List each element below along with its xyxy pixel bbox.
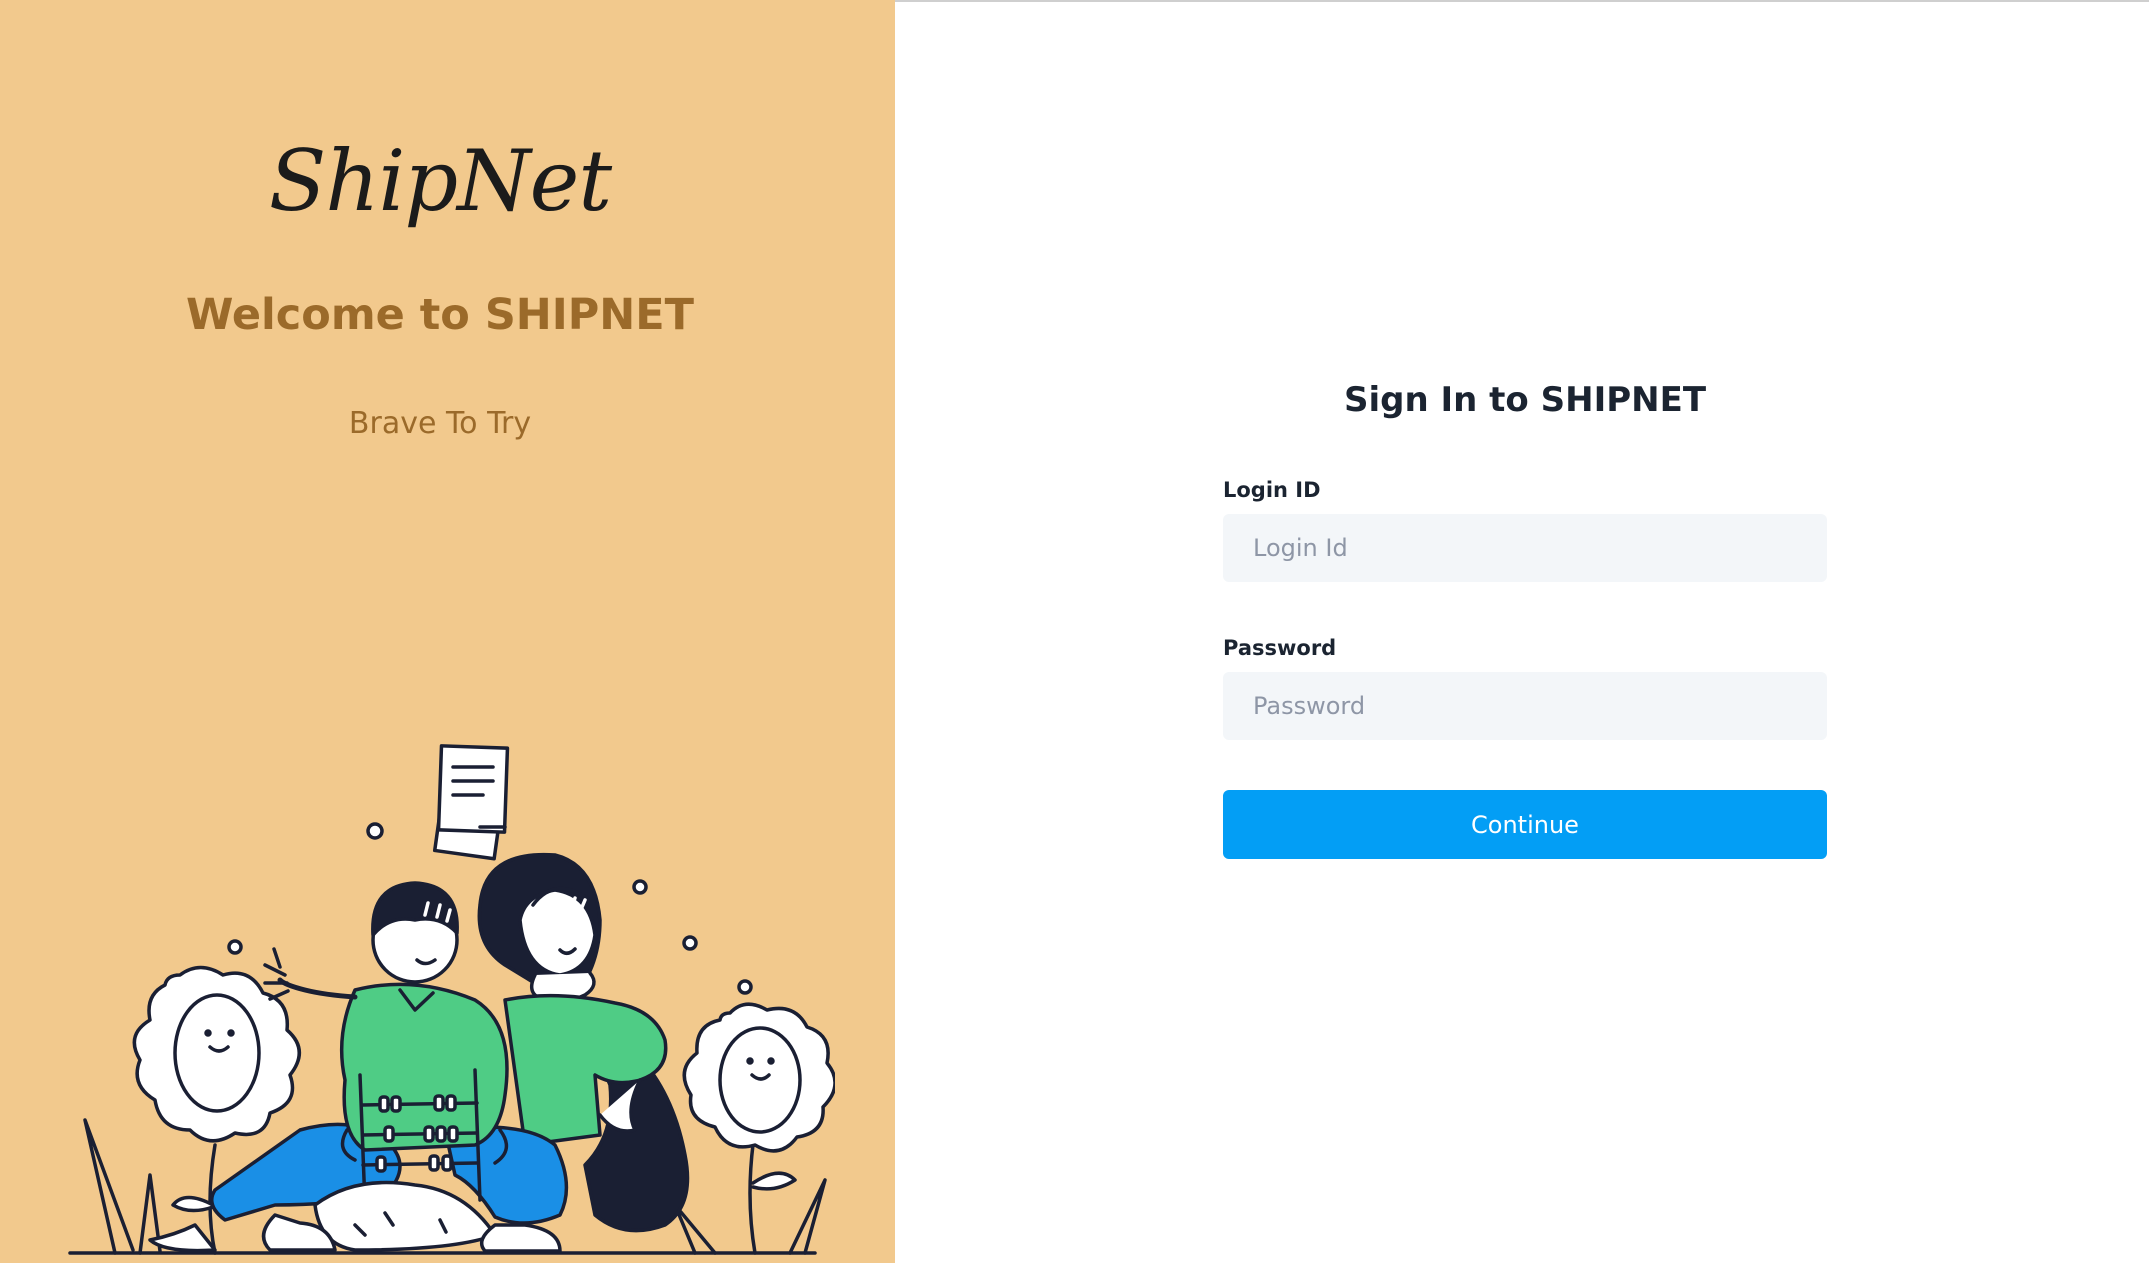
continue-button[interactable]: Continue [1223, 790, 1827, 859]
password-label: Password [1223, 636, 1337, 660]
tagline: Brave To Try [348, 406, 532, 441]
form-title: Sign In to SHIPNET [1343, 380, 1707, 420]
brand-panel: ShipNet Welcome to SHIPNET Brave To Try [0, 0, 895, 1263]
paper-sheets-icon [432, 744, 510, 861]
login-id-input[interactable] [1223, 514, 1827, 582]
welcome-heading: Welcome to SHIPNET [185, 290, 694, 340]
kids-abacus-illustration [68, 744, 835, 1255]
shipnet-logo: ShipNet [268, 132, 612, 230]
login-id-label: Login ID [1223, 478, 1321, 502]
smiling-flower-right-icon [682, 1002, 835, 1255]
password-input[interactable] [1223, 672, 1827, 740]
